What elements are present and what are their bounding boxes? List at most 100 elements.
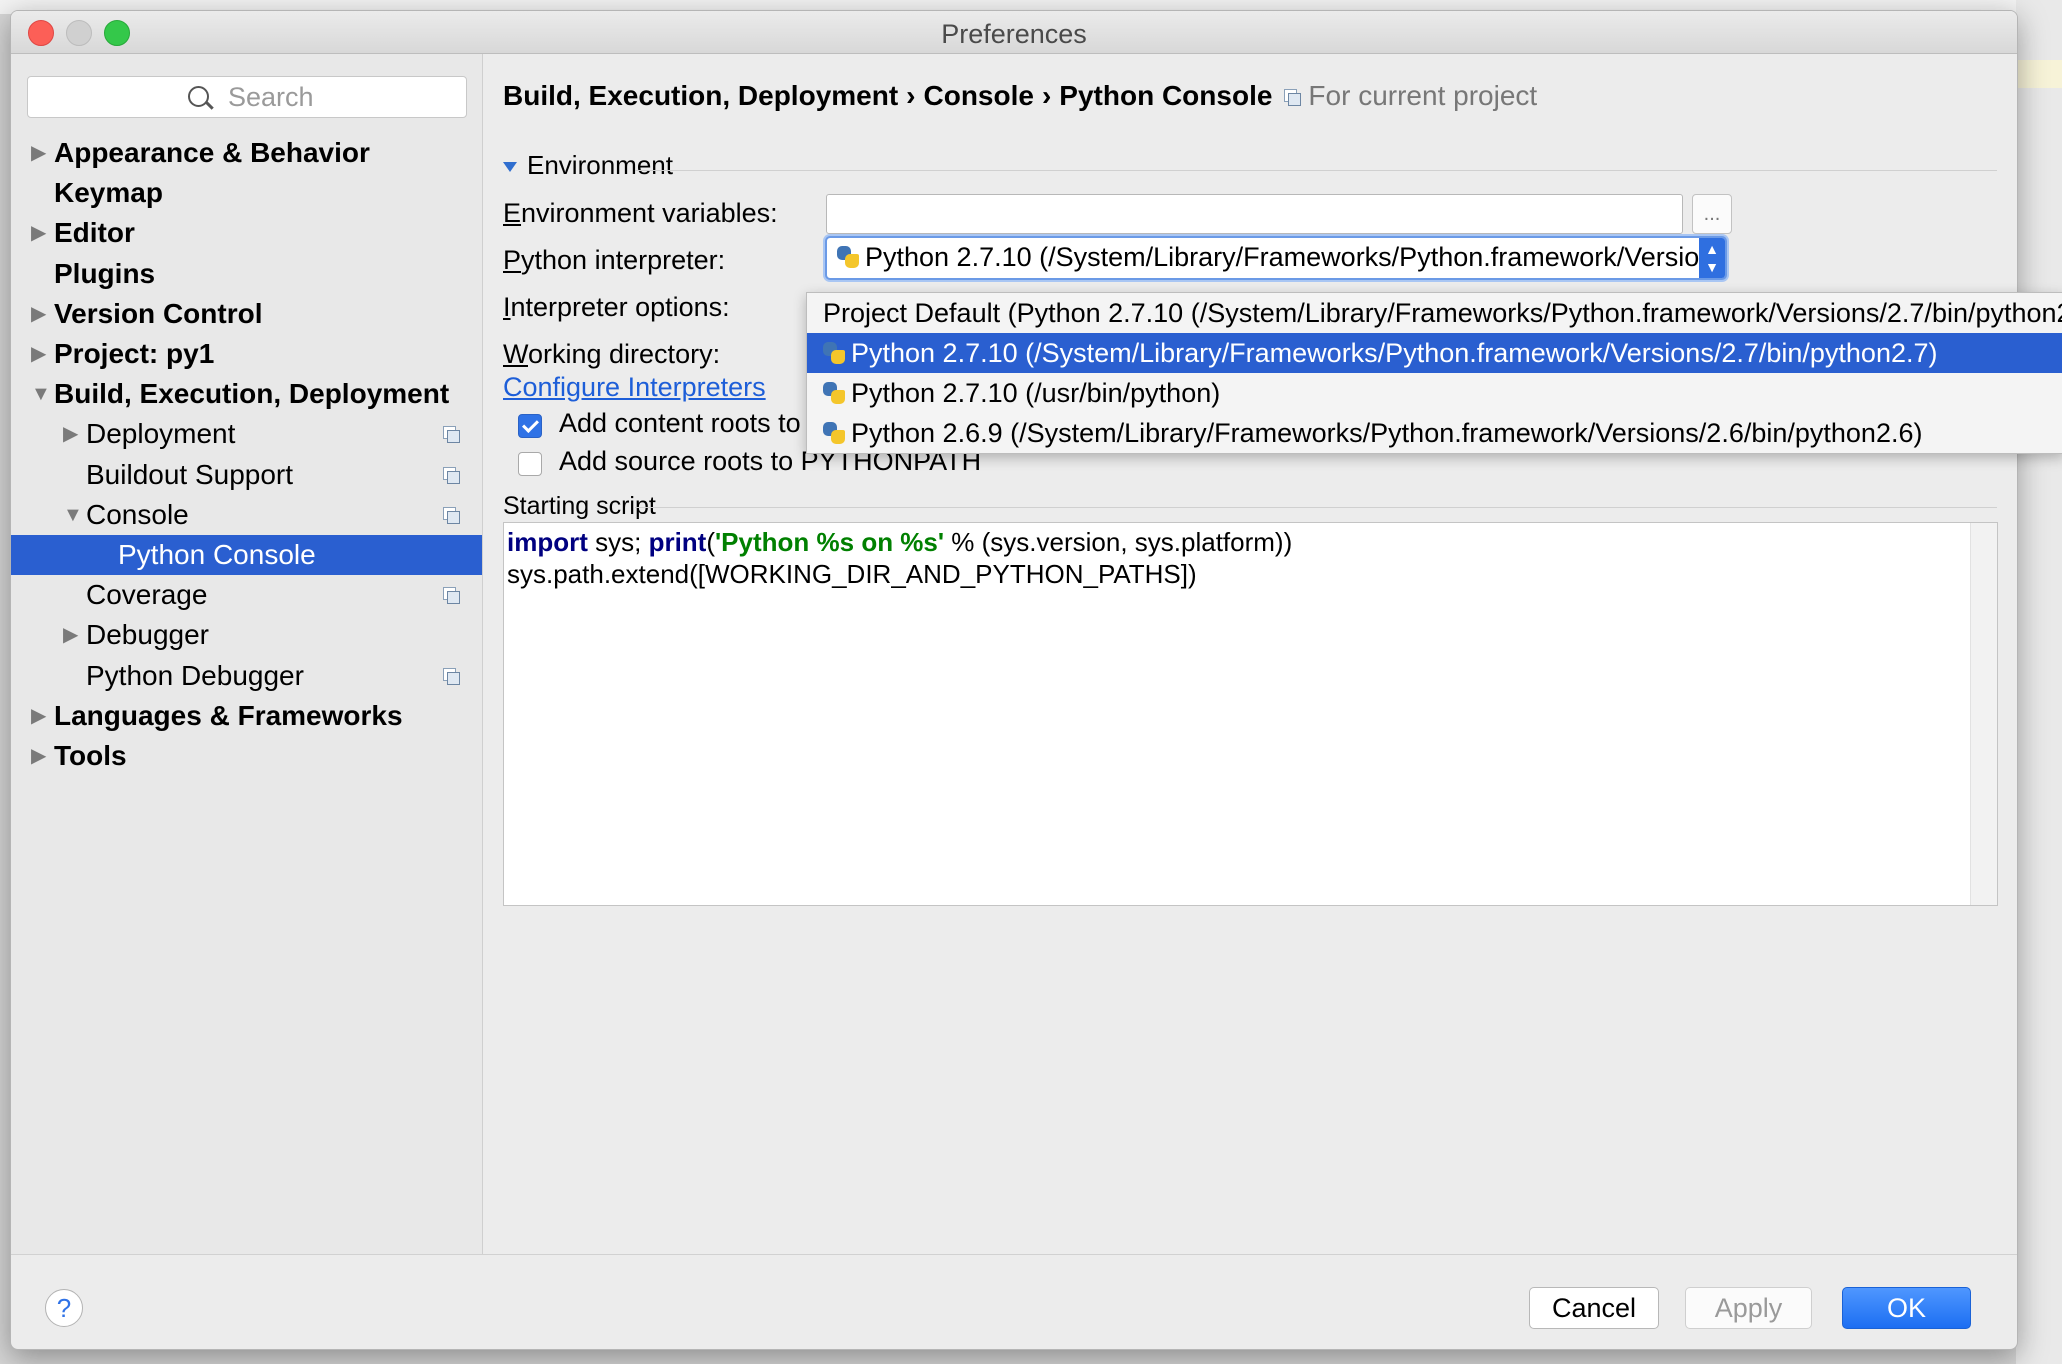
window-title: Preferences: [941, 19, 1087, 49]
interpreter-options-label: Interpreter options:: [503, 292, 730, 322]
sidebar-item[interactable]: ▶ Debugger: [11, 615, 482, 655]
sidebar-item[interactable]: Python Debugger: [11, 656, 482, 696]
collapsed-arrow-icon[interactable]: ▶: [31, 133, 46, 173]
breadcrumb: Build, Execution, Deployment › Console › Pyt…: [503, 80, 1537, 112]
sidebar-item-label: Keymap: [54, 177, 163, 208]
interpreter-options-label-text: nterpreter options:: [510, 292, 730, 322]
ok-button[interactable]: OK: [1842, 1287, 1971, 1329]
collapsed-arrow-icon[interactable]: ▶: [31, 334, 46, 374]
env-vars-field[interactable]: [826, 194, 1683, 234]
sidebar-item[interactable]: ▶ Deployment: [11, 414, 482, 454]
settings-panel: Build, Execution, Deployment › Console › Pyt…: [483, 54, 2017, 1254]
interpreter-dropdown-list: Project Default (Python 2.7.10 (/System/…: [806, 292, 2062, 454]
interpreter-option[interactable]: Python 2.7.10 (/usr/bin/python): [807, 373, 2062, 413]
project-scope-icon: [1284, 88, 1302, 107]
collapsed-arrow-icon[interactable]: ▶: [63, 414, 78, 454]
interpreter-option[interactable]: Python 2.7.10 (/System/Library/Framework…: [807, 333, 2062, 373]
chevron-updown-icon[interactable]: ▲ ▼: [1699, 238, 1725, 278]
configure-interpreters-link[interactable]: Configure Interpreters: [503, 372, 766, 403]
code-text: % (sys.version, sys.platform)): [944, 527, 1293, 557]
search-placeholder: Search: [228, 82, 314, 112]
interpreter-option[interactable]: Python 2.6.9 (/System/Library/Frameworks…: [807, 413, 2062, 453]
sidebar-item[interactable]: ▶ Languages & Frameworks: [11, 696, 482, 736]
project-scope-icon: [443, 587, 460, 604]
editor-scrollbar[interactable]: [1970, 523, 1997, 905]
interpreter-value: Python 2.7.10 (/System/Library/Framework…: [865, 242, 1727, 272]
expanded-arrow-icon[interactable]: ▼: [63, 495, 83, 535]
sidebar-item-label: Tools: [54, 740, 127, 771]
python-icon: [823, 422, 845, 444]
collapsed-arrow-icon[interactable]: ▶: [31, 294, 46, 334]
sidebar-item-label: Console: [86, 499, 189, 530]
python-icon: [837, 246, 859, 268]
breadcrumb-item: Build, Execution, Deployment: [503, 80, 899, 111]
title-bar[interactable]: Preferences: [11, 11, 2017, 54]
collapsed-arrow-icon[interactable]: ▶: [31, 213, 46, 253]
search-field[interactable]: Search: [27, 76, 467, 118]
sidebar-item-label: Project: py1: [54, 338, 215, 369]
interpreter-option[interactable]: Project Default (Python 2.7.10 (/System/…: [807, 293, 2062, 333]
help-button[interactable]: ?: [45, 1289, 83, 1327]
project-scope-icon: [443, 426, 460, 443]
interpreter-option-label: Python 2.7.10 (/System/Library/Framework…: [851, 338, 1938, 368]
sidebar-item[interactable]: ▼ Build, Execution, Deployment: [11, 374, 482, 414]
project-scope-icon: [443, 507, 460, 524]
code-line: import sys; print('Python %s on %s' % (s…: [507, 527, 1292, 558]
scope-label: For current project: [1308, 80, 1538, 111]
section-divider: [635, 170, 1997, 171]
sidebar-item[interactable]: Keymap: [11, 173, 482, 213]
starting-script-editor[interactable]: import sys; print('Python %s on %s' % (s…: [503, 522, 1998, 906]
python-icon: [823, 342, 845, 364]
working-directory-label: Working directory:: [503, 339, 721, 369]
section-divider: [635, 507, 1997, 508]
sidebar-item-label: Deployment: [86, 418, 236, 449]
code-text: (: [706, 527, 715, 557]
sidebar-item[interactable]: Plugins: [11, 254, 482, 294]
sidebar-item[interactable]: ▼ Console: [11, 495, 482, 535]
sidebar-item[interactable]: Python Console: [11, 535, 482, 575]
sidebar-item-label: Editor: [54, 217, 135, 248]
code-text: sys;: [587, 527, 649, 557]
sidebar-item-label: Version Control: [54, 298, 263, 329]
sidebar-item[interactable]: ▶ Editor: [11, 213, 482, 253]
code-keyword: print: [648, 527, 707, 557]
source-roots-checkbox[interactable]: [518, 452, 542, 476]
preferences-dialog: Preferences Search ▶ Appearance & Behavio…: [10, 10, 2018, 1350]
collapse-triangle-icon: [503, 162, 517, 173]
code-line: sys.path.extend([WORKING_DIR_AND_PYTHON_…: [507, 559, 1197, 589]
interpreter-option-label: Python 2.6.9 (/System/Library/Frameworks…: [851, 418, 1923, 448]
apply-button[interactable]: Apply: [1685, 1287, 1812, 1329]
sidebar-item-label: Python Debugger: [86, 660, 304, 691]
expanded-arrow-icon[interactable]: ▼: [31, 374, 51, 414]
interpreter-option-label: Project Default (Python 2.7.10 (/System/…: [823, 298, 2062, 328]
interpreter-label-text: ython interpreter:: [521, 245, 726, 275]
sidebar-item-label: Coverage: [86, 579, 208, 610]
sidebar-item-label: Plugins: [54, 258, 156, 289]
sidebar-item[interactable]: ▶ Project: py1: [11, 334, 482, 374]
sidebar-item[interactable]: Coverage: [11, 575, 482, 615]
content-roots-checkbox[interactable]: [518, 414, 542, 438]
sidebar-item-label: Languages & Frameworks: [54, 700, 403, 731]
env-vars-label: Environment variables:: [503, 198, 778, 228]
settings-sidebar: Search ▶ Appearance & Behavior Keymap ▶ Edit…: [11, 54, 483, 1254]
sidebar-item[interactable]: ▶ Appearance & Behavior: [11, 133, 482, 173]
breadcrumb-item: Python Console: [1059, 80, 1273, 111]
breadcrumb-separator: ›: [906, 80, 916, 111]
sidebar-item[interactable]: ▶ Version Control: [11, 294, 482, 334]
environment-section-header[interactable]: Environment: [503, 150, 673, 181]
footer-divider: [11, 1254, 2017, 1255]
background-editor-edge: [2016, 0, 2062, 1364]
interpreter-option-label: Python 2.7.10 (/usr/bin/python): [851, 378, 1221, 408]
interpreter-select[interactable]: Python 2.7.10 (/System/Library/Framework…: [825, 236, 1727, 280]
collapsed-arrow-icon[interactable]: ▶: [31, 736, 46, 776]
environment-header-label: Environment: [527, 150, 673, 180]
sidebar-item-label: Buildout Support: [86, 459, 294, 490]
collapsed-arrow-icon[interactable]: ▶: [63, 615, 78, 655]
browse-env-vars-button[interactable]: ...: [1692, 194, 1732, 234]
collapsed-arrow-icon[interactable]: ▶: [31, 696, 46, 736]
starting-script-header: Starting script: [503, 492, 656, 520]
cancel-button[interactable]: Cancel: [1529, 1287, 1659, 1329]
sidebar-item-label: Python Console: [118, 539, 316, 570]
sidebar-item[interactable]: ▶ Tools: [11, 736, 482, 776]
sidebar-item[interactable]: Buildout Support: [11, 455, 482, 495]
